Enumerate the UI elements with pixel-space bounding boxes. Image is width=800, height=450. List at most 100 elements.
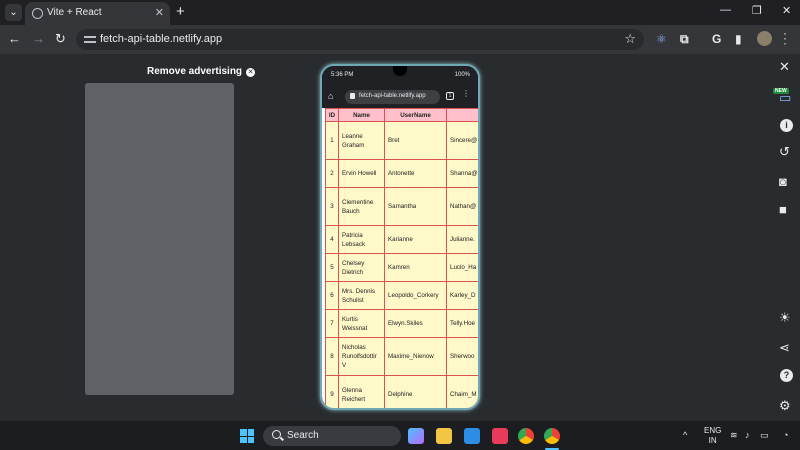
cell-name: Kurtis Weissnat <box>338 309 385 338</box>
minimize-button[interactable]: — <box>720 4 731 16</box>
search-label: Search <box>287 430 319 441</box>
cell-id: 6 <box>325 281 339 310</box>
browser-menu-icon[interactable]: · · · <box>783 27 787 49</box>
battery-icon[interactable]: ▭ <box>760 430 769 441</box>
chrome-icon[interactable] <box>518 428 534 444</box>
cell-username: Kamren <box>384 253 447 282</box>
cell-id: 2 <box>325 159 339 188</box>
tab-search-button[interactable]: ⌄ <box>5 4 22 21</box>
table-row: 7 Kurtis Weissnat Elwyn.Skiles Telly.Hoe <box>325 309 478 338</box>
cell-username: Elwyn.Skiles <box>384 309 447 338</box>
cell-username: Delphine <box>384 375 447 408</box>
cell-email: Sherwoo <box>446 337 478 376</box>
cell-username: Samantha <box>384 187 447 226</box>
close-window-button[interactable]: ✕ <box>782 4 791 17</box>
users-table: ID Name UserName 1 Leanne Graham Bret Since… <box>325 108 478 408</box>
app-icon[interactable] <box>492 428 508 444</box>
new-tab-button[interactable]: + <box>176 3 185 20</box>
chrome-profile-icon[interactable] <box>544 428 560 444</box>
table-row: 4 Patricia Lebsack Karianne Julianne. <box>325 225 478 254</box>
cell-id: 5 <box>325 253 339 282</box>
info-icon[interactable]: i <box>780 119 793 132</box>
mobile-browser-toolbar: ⌂ fetch-api-table.netlify.app 1 ⋮ <box>322 86 478 108</box>
cell-id: 9 <box>325 375 339 408</box>
tab-switcher-icon[interactable]: 1 <box>446 92 454 100</box>
cell-name: Patricia Lebsack <box>338 225 385 254</box>
camera-icon[interactable]: ◙ <box>779 174 787 189</box>
cell-id: 4 <box>325 225 339 254</box>
google-icon[interactable]: G <box>712 32 721 46</box>
back-button[interactable]: ← <box>8 31 21 46</box>
profile-avatar[interactable] <box>757 31 772 46</box>
table-row: 5 Chelsey Dietrich Kamren Lucio_Ha <box>325 253 478 282</box>
site-info-icon[interactable] <box>84 33 96 45</box>
mobile-address-bar[interactable]: fetch-api-table.netlify.app <box>345 90 440 104</box>
vscode-icon[interactable] <box>464 428 480 444</box>
remove-ad-link[interactable]: Remove advertising ✕ <box>147 66 256 77</box>
reload-button[interactable]: ↻ <box>55 31 66 47</box>
page-viewport: Remove advertising ✕ 5:36 PM 100% ⌂ fetch… <box>0 54 800 420</box>
cell-username: Leopoldo_Corkery <box>384 281 447 310</box>
browser-toolbar: ← → ↻ fetch-api-table.netlify.app ☆ ⚛ ⧉ … <box>0 25 800 54</box>
notifications-icon[interactable]: ◔ <box>783 430 788 440</box>
chevron-up-icon[interactable]: ^ <box>683 430 687 440</box>
device-icon[interactable]: ▭ <box>779 90 791 106</box>
brightness-icon[interactable]: ☀ <box>779 310 791 326</box>
language-indicator[interactable]: ENG IN <box>704 426 721 446</box>
address-bar[interactable]: fetch-api-table.netlify.app ☆ <box>76 29 644 50</box>
taskbar-search[interactable]: Search <box>263 426 401 446</box>
url-text[interactable]: fetch-api-table.netlify.app <box>100 33 222 45</box>
home-icon[interactable]: ⌂ <box>328 91 333 101</box>
globe-icon <box>32 8 43 19</box>
close-icon[interactable]: ✕ <box>246 68 256 77</box>
close-panel-icon[interactable]: ✕ <box>779 59 790 75</box>
react-devtools-icon[interactable]: ⚛ <box>656 32 667 46</box>
bookmark-star-icon[interactable]: ☆ <box>624 31 636 47</box>
status-time: 5:36 PM <box>331 72 354 78</box>
cell-username: Karianne <box>384 225 447 254</box>
extensions-icon[interactable]: ⧉ <box>680 32 689 47</box>
phone-status-bar: 5:36 PM 100% <box>322 66 478 86</box>
cell-email: Chaim_M <box>446 375 478 408</box>
mobile-menu-icon[interactable]: ⋮ <box>462 89 470 98</box>
cell-email: Julianne. <box>446 225 478 254</box>
cell-email: Lucio_Ha <box>446 253 478 282</box>
ad-placeholder <box>85 83 234 395</box>
browser-tab[interactable]: Vite + React ✕ <box>25 2 170 25</box>
restore-button[interactable]: ❐ <box>752 4 762 17</box>
windows-start-icon[interactable] <box>240 429 254 443</box>
taskbar: Search ^ ENG IN ≋ ♪ ▭ ◔ <box>0 420 800 450</box>
help-icon[interactable]: ? <box>780 369 793 382</box>
lock-icon <box>350 93 355 99</box>
close-tab-icon[interactable]: ✕ <box>155 6 164 19</box>
settings-gear-icon[interactable]: ⚙ <box>779 398 791 414</box>
table-row: 9 Glenna Reichert Delphine Chaim_M <box>325 375 478 408</box>
lang-line1: ENG <box>704 426 722 435</box>
cell-username: Antonette <box>384 159 447 188</box>
cell-name: Leanne Graham <box>338 121 385 160</box>
header-username: UserName <box>384 108 447 122</box>
wifi-icon[interactable]: ≋ <box>730 430 738 441</box>
cell-id: 1 <box>325 121 339 160</box>
header-name: Name <box>338 108 385 122</box>
share-icon[interactable]: ⋖ <box>779 340 790 356</box>
cell-id: 8 <box>325 337 339 376</box>
mobile-url-text[interactable]: fetch-api-table.netlify.app <box>359 93 426 99</box>
volume-icon[interactable]: ♪ <box>745 430 750 440</box>
cell-id: 3 <box>325 187 339 226</box>
side-panel-icon[interactable]: ▮ <box>735 32 742 46</box>
header-id: ID <box>325 108 339 122</box>
cell-username: Bret <box>384 121 447 160</box>
users-table-container: ID Name UserName 1 Leanne Graham Bret Since… <box>322 108 478 408</box>
copilot-icon[interactable] <box>408 428 424 444</box>
rotate-icon[interactable]: ↺ <box>779 144 790 160</box>
video-icon[interactable]: ■ <box>779 202 787 217</box>
cell-email: Karley_D <box>446 281 478 310</box>
cell-name: Glenna Reichert <box>338 375 385 408</box>
forward-button[interactable]: → <box>32 31 45 46</box>
file-explorer-icon[interactable] <box>436 428 452 444</box>
table-row: 2 Ervin Howell Antonette Shanna@ <box>325 159 478 188</box>
table-header-row: ID Name UserName <box>325 108 478 122</box>
lang-line2: IN <box>708 436 717 445</box>
cell-name: Ervin Howell <box>338 159 385 188</box>
